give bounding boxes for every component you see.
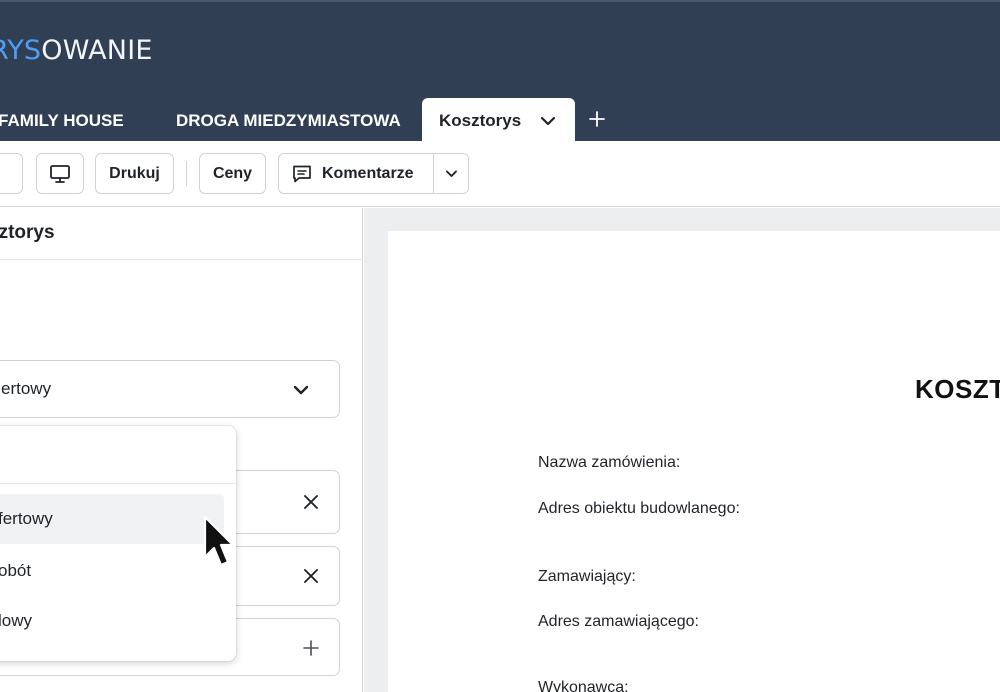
add-tab-plus-icon[interactable] xyxy=(586,108,608,130)
close-icon[interactable] xyxy=(301,492,321,512)
dropdown-option[interactable]: lowy xyxy=(0,596,236,646)
tab-label: Kosztorys xyxy=(439,110,522,130)
option-label: obót xyxy=(0,561,32,580)
document-field-label: Adres zamawiającego: xyxy=(538,613,699,630)
chevron-down-icon xyxy=(290,379,312,401)
mouse-pointer-icon xyxy=(202,515,238,573)
tab-label: E FAMILY HOUSE xyxy=(0,110,124,130)
tab-family-house[interactable]: E FAMILY HOUSE xyxy=(0,98,124,143)
print-button-label: Drukuj xyxy=(109,164,160,182)
tab-label: DROGA MIEDZYMIASTOWA xyxy=(176,110,401,130)
prices-button[interactable]: Ceny xyxy=(199,153,266,194)
toolbar-button-partial[interactable] xyxy=(0,153,23,194)
app-logo: RYSOWANIE xyxy=(0,35,153,66)
split-divider xyxy=(433,154,434,193)
app-header: RYSOWANIE E FAMILY HOUSE DROGA MIEDZYMIA… xyxy=(0,0,1000,143)
close-icon[interactable] xyxy=(301,566,321,586)
document-field-label: Nazwa zamówienia: xyxy=(538,454,681,471)
select-value: ertowy xyxy=(1,379,52,398)
panel-title: sztorys xyxy=(0,222,55,243)
document-field-label: Wykonawca: xyxy=(538,679,629,692)
panel-divider xyxy=(0,259,363,260)
comment-icon xyxy=(291,163,313,185)
dropdown-option[interactable]: fertowy xyxy=(0,494,224,544)
brand-text: OWANIE xyxy=(41,35,153,66)
estimate-type-select[interactable]: ertowy xyxy=(0,360,340,418)
toolbar: Drukuj Ceny Komentarze xyxy=(0,141,1000,207)
document-field-label: Adres obiektu budowlanego: xyxy=(538,500,740,517)
monitor-icon xyxy=(49,164,71,184)
dropdown-search-area[interactable] xyxy=(0,426,236,484)
comments-button[interactable]: Komentarze xyxy=(278,153,469,194)
document-field-label: Zamawiający: xyxy=(538,568,636,585)
estimate-type-dropdown-menu: fertowy obót lowy xyxy=(0,426,236,661)
comments-button-label: Komentarze xyxy=(322,164,414,182)
option-label: lowy xyxy=(0,611,33,630)
print-button[interactable]: Drukuj xyxy=(95,153,174,194)
chevron-down-icon[interactable] xyxy=(443,165,460,182)
brand-accent-text: RYS xyxy=(0,35,42,66)
plus-icon[interactable] xyxy=(301,638,321,658)
chevron-down-icon[interactable] xyxy=(539,112,557,130)
option-label: fertowy xyxy=(0,509,53,528)
tab-droga-miedzymiastowa[interactable]: DROGA MIEDZYMIASTOWA xyxy=(176,98,401,143)
dropdown-option[interactable]: obót xyxy=(0,546,236,596)
preview-monitor-button[interactable] xyxy=(36,153,84,194)
document-title: KOSZT xyxy=(915,374,1000,404)
estimate-side-panel: sztorys ertowy fertowy obót lowy xyxy=(0,208,363,692)
tab-kosztorys[interactable]: Kosztorys xyxy=(422,98,575,143)
document-page: KOSZT Nazwa zamówienia: Adres obiektu bu… xyxy=(388,231,1000,692)
document-preview-area: KOSZT Nazwa zamówienia: Adres obiektu bu… xyxy=(364,208,1000,692)
prices-button-label: Ceny xyxy=(212,164,253,182)
toolbar-divider xyxy=(186,161,187,186)
